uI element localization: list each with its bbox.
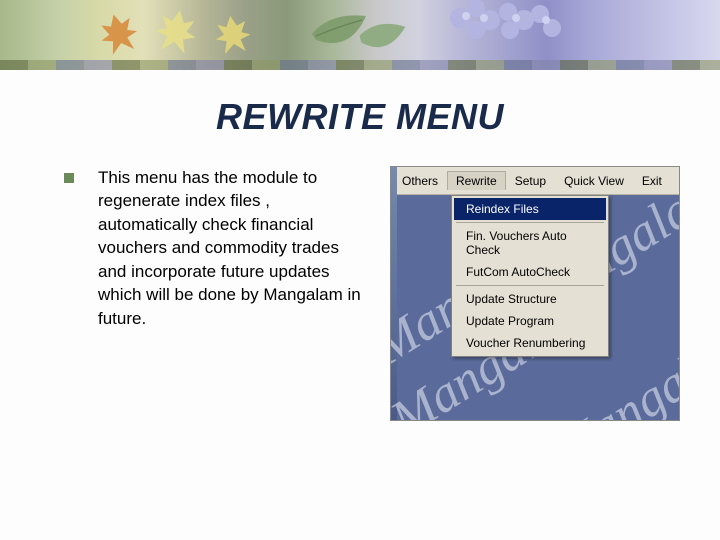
maple-leaf-icon [95, 8, 144, 62]
app-screenshot: Mangalam Mangalam Mangalam Mangalam Othe… [390, 166, 680, 421]
menu-setup[interactable]: Setup [506, 171, 555, 191]
dropdown-voucher-renumbering[interactable]: Voucher Renumbering [454, 332, 606, 354]
maple-leaf-icon [212, 12, 254, 61]
bullet-text: This menu has the module to regenerate i… [98, 166, 364, 330]
maple-leaf-icon [151, 5, 201, 62]
rewrite-dropdown: Reindex Files Fin. Vouchers Auto Check F… [451, 195, 609, 357]
menu-quick-view[interactable]: Quick View [555, 171, 633, 191]
decorative-banner [0, 0, 720, 70]
bullet-square-icon [64, 173, 74, 183]
dropdown-update-program[interactable]: Update Program [454, 310, 606, 332]
menu-others[interactable]: Others [393, 171, 447, 191]
content-row: This menu has the module to regenerate i… [0, 138, 720, 421]
banner-stripe [0, 60, 720, 70]
menu-rewrite[interactable]: Rewrite [447, 171, 506, 190]
bullet-block: This menu has the module to regenerate i… [64, 166, 364, 421]
app-menubar: Others Rewrite Setup Quick View Exit [391, 167, 679, 195]
dropdown-update-structure[interactable]: Update Structure [454, 288, 606, 310]
screenshot-left-edge [391, 167, 397, 421]
dropdown-futcom-auto-check[interactable]: FutCom AutoCheck [454, 261, 606, 283]
dropdown-separator [456, 222, 604, 223]
dropdown-fin-vouchers-auto-check[interactable]: Fin. Vouchers Auto Check [454, 225, 606, 261]
menu-exit[interactable]: Exit [633, 171, 671, 191]
dropdown-separator [456, 285, 604, 286]
green-leaf-icon [355, 18, 410, 62]
dropdown-reindex-files[interactable]: Reindex Files [454, 198, 606, 220]
page-title: REWRITE MENU [0, 96, 720, 138]
